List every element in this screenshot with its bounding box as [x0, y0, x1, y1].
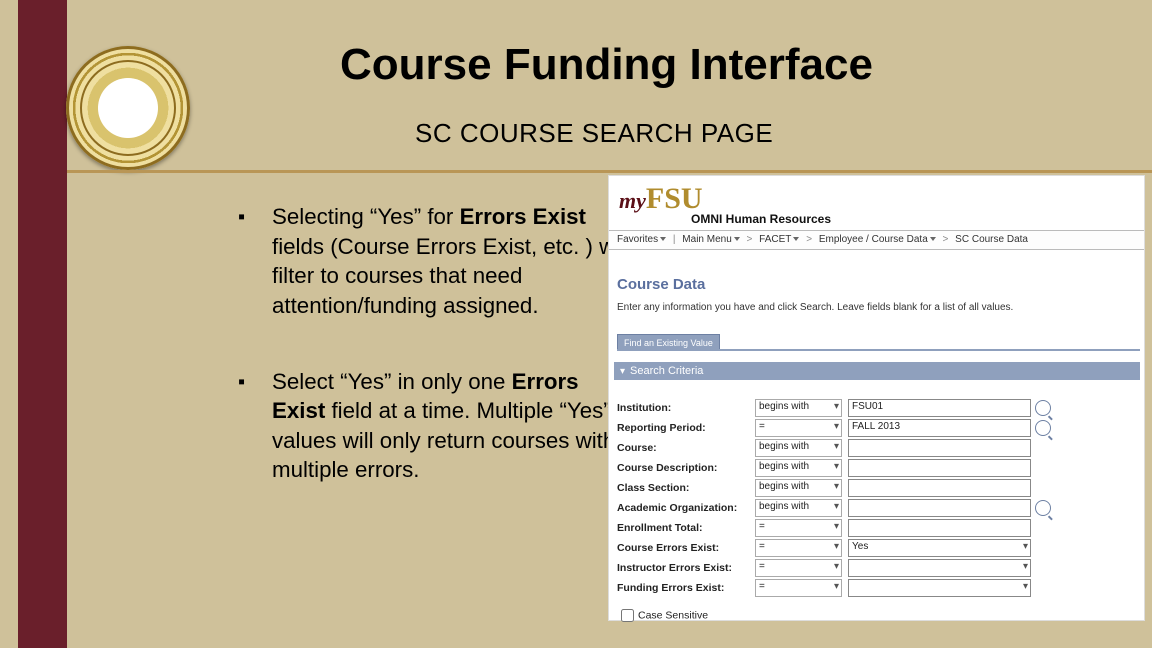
chevron-down-icon — [930, 237, 936, 241]
breadcrumb: Favorites | Main Menu > FACET > Employee… — [609, 230, 1144, 250]
value-input[interactable] — [848, 519, 1031, 537]
accent-stripe — [18, 0, 67, 648]
lookup-icon[interactable] — [1035, 420, 1051, 436]
myfsu-logo: myFSU — [619, 182, 703, 216]
list-item: Selecting “Yes” for Errors Exist fields … — [238, 202, 633, 321]
tab-find-existing[interactable]: Find an Existing Value — [617, 334, 720, 350]
form-row: Institution:begins with FSU01 — [617, 398, 1140, 418]
case-sensitive-label: Case Sensitive — [638, 609, 708, 621]
operator-select[interactable]: = — [755, 419, 842, 437]
operator-select[interactable]: = — [755, 579, 842, 597]
form-row: Enrollment Total:= — [617, 518, 1140, 538]
form-row: Course Errors Exist:= Yes — [617, 538, 1140, 558]
breadcrumb-item[interactable]: SC Course Data — [955, 234, 1028, 245]
operator-select[interactable]: = — [755, 559, 842, 577]
breadcrumb-item[interactable]: Main Menu — [682, 234, 731, 245]
search-form: Institution:begins withFSU01Reporting Pe… — [617, 398, 1140, 625]
operator-select[interactable]: begins with — [755, 459, 842, 477]
form-row: Reporting Period:= FALL 2013 — [617, 418, 1140, 438]
field-label: Instructor Errors Exist: — [617, 562, 755, 574]
lookup-icon[interactable] — [1035, 500, 1051, 516]
omni-subtitle: OMNI Human Resources — [691, 212, 831, 226]
operator-select[interactable]: = — [755, 519, 842, 537]
fsu-seal-icon — [66, 46, 190, 170]
search-criteria-header[interactable]: Search Criteria — [614, 362, 1140, 380]
case-sensitive-row: Case Sensitive — [617, 606, 1140, 625]
operator-select[interactable]: begins with — [755, 499, 842, 517]
divider — [67, 170, 1152, 173]
value-input[interactable]: FALL 2013 — [848, 419, 1031, 437]
chevron-down-icon — [793, 237, 799, 241]
value-input[interactable] — [848, 559, 1031, 577]
field-label: Course Description: — [617, 462, 755, 474]
slide: Course Funding Interface SC COURSE SEARC… — [0, 0, 1152, 648]
list-item: Select “Yes” in only one Errors Exist fi… — [238, 367, 633, 486]
form-row: Course:begins with — [617, 438, 1140, 458]
value-input[interactable] — [848, 579, 1031, 597]
operator-select[interactable]: begins with — [755, 399, 842, 417]
case-sensitive-checkbox[interactable] — [621, 609, 634, 622]
value-input[interactable]: Yes — [848, 539, 1031, 557]
form-row: Course Description:begins with — [617, 458, 1140, 478]
bullet-list: Selecting “Yes” for Errors Exist fields … — [198, 202, 633, 531]
field-label: Reporting Period: — [617, 422, 755, 434]
section-heading: Course Data — [617, 276, 705, 293]
form-row: Class Section:begins with — [617, 478, 1140, 498]
chevron-down-icon — [734, 237, 740, 241]
tab-underline — [617, 349, 1140, 351]
field-label: Course Errors Exist: — [617, 542, 755, 554]
field-label: Institution: — [617, 402, 755, 414]
field-label: Academic Organization: — [617, 502, 755, 514]
operator-select[interactable]: begins with — [755, 479, 842, 497]
page-title: Course Funding Interface — [340, 40, 873, 90]
operator-select[interactable]: begins with — [755, 439, 842, 457]
value-input[interactable]: FSU01 — [848, 399, 1031, 417]
value-input[interactable] — [848, 439, 1031, 457]
value-input[interactable] — [848, 499, 1031, 517]
breadcrumb-item[interactable]: Employee / Course Data — [819, 234, 928, 245]
screenshot-panel: myFSU OMNI Human Resources Favorites | M… — [609, 176, 1144, 620]
form-row: Instructor Errors Exist:= — [617, 558, 1140, 578]
chevron-down-icon — [660, 237, 666, 241]
field-label: Funding Errors Exist: — [617, 582, 755, 594]
form-row: Funding Errors Exist:= — [617, 578, 1140, 598]
breadcrumb-item[interactable]: Favorites — [617, 234, 658, 245]
value-input[interactable] — [848, 479, 1031, 497]
value-input[interactable] — [848, 459, 1031, 477]
field-label: Class Section: — [617, 482, 755, 494]
field-label: Enrollment Total: — [617, 522, 755, 534]
page-subtitle: SC COURSE SEARCH PAGE — [415, 118, 773, 149]
hint-text: Enter any information you have and click… — [617, 302, 1013, 313]
operator-select[interactable]: = — [755, 539, 842, 557]
field-label: Course: — [617, 442, 755, 454]
breadcrumb-item[interactable]: FACET — [759, 234, 791, 245]
form-row: Academic Organization:begins with — [617, 498, 1140, 518]
lookup-icon[interactable] — [1035, 400, 1051, 416]
